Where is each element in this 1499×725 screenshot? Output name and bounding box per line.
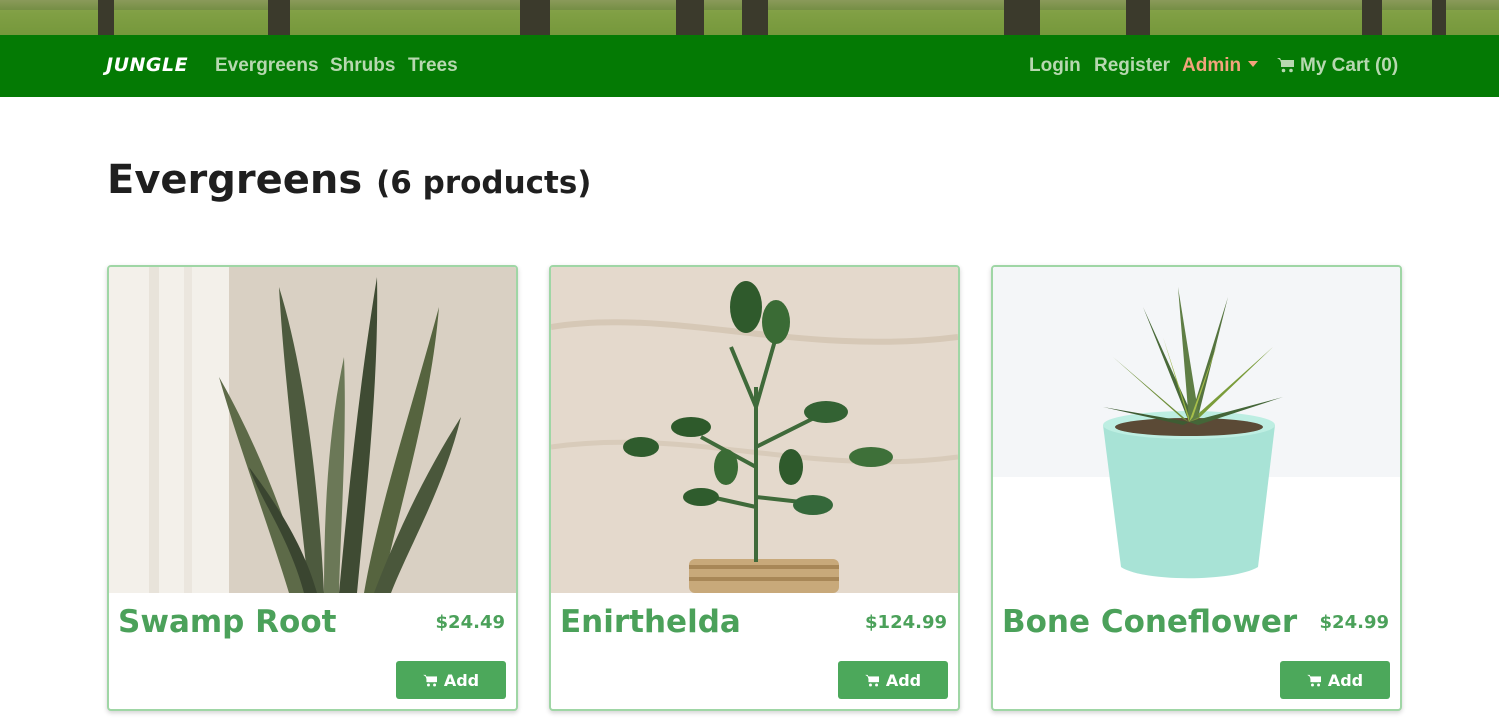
category-title: Evergreens (107, 157, 363, 203)
add-button-label: Add (885, 670, 922, 690)
admin-label: Admin (1182, 55, 1242, 76)
product-card[interactable]: Enirthelda $124.99 Add (549, 265, 960, 711)
admin-dropdown[interactable]: Admin (1182, 55, 1259, 77)
add-button-label: Add (1327, 670, 1364, 690)
add-to-cart-button[interactable]: Add (396, 661, 506, 699)
product-name[interactable]: Swamp Root (118, 604, 336, 640)
register-link[interactable]: Register (1094, 55, 1170, 77)
product-name[interactable]: Bone Coneflower (1002, 604, 1297, 640)
forest-banner-image (0, 0, 1499, 35)
add-to-cart-button[interactable]: Add (1280, 661, 1390, 699)
product-price: $24.49 (435, 612, 505, 633)
cart-icon (423, 674, 437, 686)
product-card[interactable]: Bone Coneflower $24.99 Add (991, 265, 1402, 711)
my-cart-link[interactable]: My Cart (0) (1277, 55, 1398, 77)
nav-link-evergreens[interactable]: Evergreens (215, 55, 319, 77)
my-cart-label: My Cart (0) (1300, 55, 1399, 76)
add-to-cart-button[interactable]: Add (838, 661, 948, 699)
jade-plant-in-basket-photo[interactable] (551, 267, 958, 593)
cart-icon (1307, 674, 1321, 686)
product-name[interactable]: Enirthelda (560, 604, 741, 640)
product-card[interactable]: Swamp Root $24.49 Add (107, 265, 518, 711)
add-button-label: Add (443, 670, 480, 690)
brand-logo[interactable]: JUNGLE (106, 54, 188, 76)
snake-plant-photo[interactable] (109, 267, 516, 593)
nav-link-shrubs[interactable]: Shrubs (330, 55, 395, 77)
caret-down-icon (1248, 61, 1259, 67)
succulent-in-mint-pot-photo[interactable] (993, 267, 1400, 593)
cart-icon (865, 674, 879, 686)
login-link[interactable]: Login (1029, 55, 1081, 77)
cart-icon (1277, 58, 1294, 73)
product-count: (6 products) (376, 165, 592, 201)
top-navbar: JUNGLE Evergreens Shrubs Trees Login Reg… (0, 35, 1499, 97)
product-price: $24.99 (1319, 612, 1389, 633)
page-title: Evergreens (6 products) (107, 157, 591, 203)
product-price: $124.99 (865, 612, 947, 633)
nav-link-trees[interactable]: Trees (408, 55, 458, 77)
